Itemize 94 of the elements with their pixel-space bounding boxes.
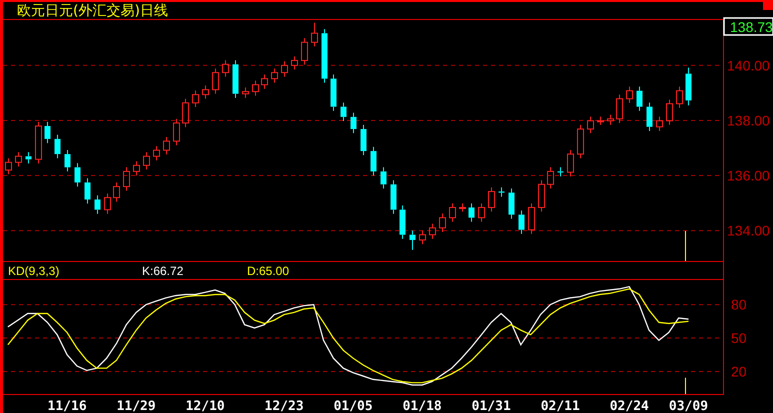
candlestick <box>104 192 111 214</box>
candlestick <box>64 149 70 172</box>
date-label: 12/10 <box>186 399 225 413</box>
cursor-line <box>685 230 686 262</box>
candlestick <box>597 116 604 126</box>
candlestick <box>301 38 308 66</box>
date-label: 11/29 <box>116 399 156 413</box>
indicator-label: KD(9,3,3) <box>7 264 60 278</box>
candlestick <box>173 118 180 146</box>
date-label: 02/11 <box>540 399 580 413</box>
candlestick <box>35 121 42 164</box>
candlestick <box>123 166 130 192</box>
candlestick <box>607 114 614 126</box>
candlestick <box>538 180 545 212</box>
candlestick <box>380 166 386 189</box>
axis-label: 136.00 <box>727 168 770 184</box>
candlestick <box>133 160 140 176</box>
date-label: 03/09 <box>668 399 708 413</box>
candlestick <box>429 223 436 240</box>
candlestick <box>143 152 150 170</box>
candlestick <box>577 124 584 159</box>
candlestick <box>94 194 100 214</box>
candlestick <box>242 86 249 98</box>
date-label: 01/05 <box>334 399 373 413</box>
candlestick <box>163 136 170 155</box>
candlestick <box>400 205 406 240</box>
candlestick <box>5 158 12 175</box>
candlestick <box>666 99 673 126</box>
candlestick <box>498 186 504 198</box>
candlestick <box>419 230 426 245</box>
candlestick <box>449 202 456 222</box>
axis-label: 134.00 <box>727 222 770 239</box>
candlestick <box>84 178 90 204</box>
candlestick <box>616 94 623 124</box>
candlestick <box>26 152 32 164</box>
axis-label: 20 <box>731 364 747 380</box>
candlestick <box>528 202 535 234</box>
candlestick <box>74 162 80 188</box>
candlestick <box>656 116 663 132</box>
date-label: 01/31 <box>472 399 511 413</box>
date-label: 11/16 <box>48 399 87 413</box>
candlestick <box>192 90 199 108</box>
candlestick <box>330 74 336 112</box>
date-label: 01/18 <box>402 399 442 413</box>
candlestick <box>508 188 514 220</box>
current-price-label: 138.73 <box>723 17 773 36</box>
candlestick <box>222 60 229 78</box>
candlestick <box>488 186 495 212</box>
axis-label: 138.00 <box>727 112 770 128</box>
candlestick <box>340 102 346 122</box>
date-label: 02/24 <box>610 399 649 413</box>
candlestick <box>567 149 574 177</box>
candlestick <box>44 121 50 144</box>
candlestick <box>54 134 60 159</box>
candlestick <box>232 60 238 98</box>
candlestick <box>478 202 485 222</box>
indicator-value: D:65.00 <box>247 264 290 278</box>
chart-title: 欧元日元(外汇交易)日线 <box>17 3 168 20</box>
candlestick <box>587 116 594 134</box>
candlestick <box>261 74 268 90</box>
candlestick <box>459 202 466 212</box>
candlestick <box>350 112 356 134</box>
candlestick <box>182 98 189 128</box>
axis-label: 80 <box>731 296 747 313</box>
candlestick <box>646 102 652 132</box>
candlestick <box>322 28 328 84</box>
axis-label: 140.00 <box>727 57 770 74</box>
candlestick <box>113 182 120 202</box>
candlestick <box>410 230 416 250</box>
axis-label: 50 <box>731 330 747 346</box>
candlestick <box>281 60 288 78</box>
date-label: 12/23 <box>264 399 304 413</box>
candlestick <box>686 67 692 106</box>
candlestick <box>252 80 259 96</box>
candlestick <box>636 86 642 112</box>
candlestick <box>626 86 633 104</box>
candlestick <box>271 68 278 84</box>
candlestick <box>202 85 209 100</box>
candlestick <box>558 166 564 177</box>
candlestick <box>291 56 298 70</box>
candlestick <box>153 146 160 161</box>
candlestick <box>212 68 219 94</box>
candlestick <box>390 180 396 214</box>
candlestick <box>439 213 446 232</box>
candlestick <box>360 124 366 156</box>
cursor-line <box>685 377 686 394</box>
indicator-value: K:66.72 <box>142 264 184 278</box>
candlestick <box>370 146 376 176</box>
candlestick <box>676 86 683 108</box>
candlestick <box>547 166 554 189</box>
candlestick <box>15 152 22 167</box>
candlestick <box>518 210 524 234</box>
candlestick <box>468 202 474 222</box>
candlestick <box>311 22 318 47</box>
